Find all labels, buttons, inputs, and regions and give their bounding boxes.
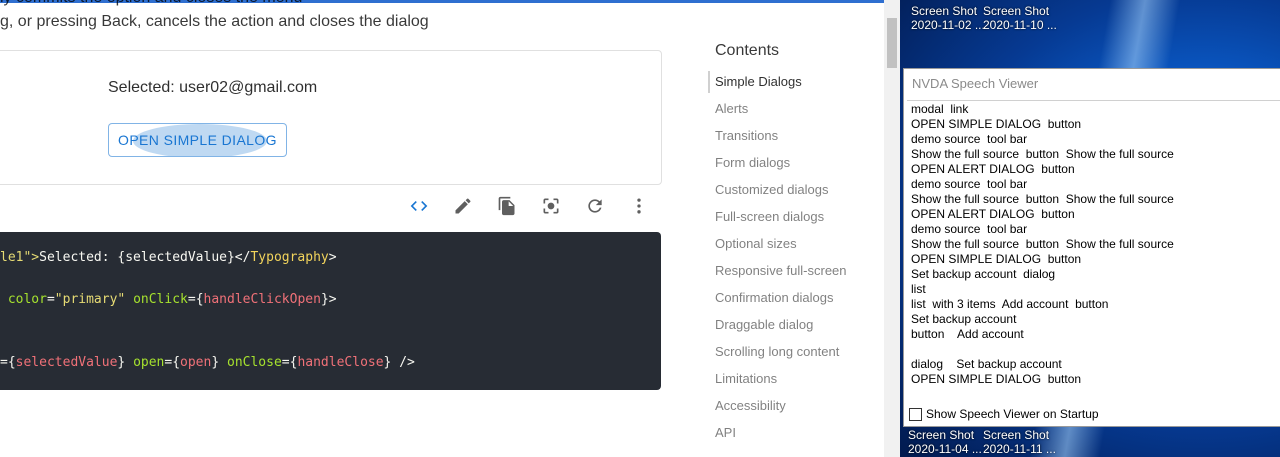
desktop-icon-screenshot[interactable]: Screen Shot 2020-11-02 ... [911, 4, 985, 32]
copy-icon[interactable] [491, 190, 523, 222]
code-token: handleClose [297, 355, 384, 370]
speech-log-line: demo source tool bar [911, 132, 1028, 146]
code-token: } [117, 355, 134, 370]
speech-log-line: modal link [911, 102, 969, 116]
desktop-icon-sublabel: 2020-11-10 ... [983, 18, 1057, 32]
desktop-icon-sublabel: 2020-11-02 ... [911, 18, 985, 32]
code-token: }> [320, 292, 337, 307]
code-token: ={ [281, 355, 298, 370]
open-simple-dialog-label: OPEN SIMPLE DIALOG [118, 132, 277, 148]
code-line: ={selectedValue} open={open} onClose={ha… [0, 355, 415, 370]
speech-log-line: demo source tool bar [911, 222, 1028, 236]
desktop-icon-sublabel: 2020-11-04 ... [908, 442, 982, 456]
toc-item[interactable]: Full-screen dialogs [708, 206, 884, 228]
selected-value-text: Selected: user02@gmail.com [108, 79, 318, 96]
demo-source-toolbar [400, 190, 660, 222]
edit-icon[interactable] [447, 190, 479, 222]
show-on-startup-label: Show Speech Viewer on Startup [926, 407, 1099, 421]
speech-log-line: demo source tool bar [911, 177, 1028, 191]
speech-log-line: Show the full source button Show the ful… [911, 192, 1174, 206]
speech-log-line: OPEN ALERT DIALOG button [911, 162, 1075, 176]
code-token: onClose [227, 355, 282, 370]
startup-option: Show Speech Viewer on Startup [909, 407, 1099, 421]
speech-log-line: OPEN ALERT DIALOG button [911, 207, 1075, 221]
code-token: } [211, 355, 227, 370]
toc-item[interactable]: Form dialogs [708, 152, 884, 174]
speech-log-line: OPEN SIMPLE DIALOG button [911, 372, 1082, 386]
code-token: handleClickOpen [203, 292, 321, 307]
doc-text-line-cut: ly commits the option and closes the men… [0, 0, 302, 8]
desktop-icon-screenshot[interactable]: Screen Shot 2020-11-10 ... [983, 4, 1057, 32]
code-token: Typography [250, 250, 329, 265]
docs-page: ly commits the option and closes the men… [0, 0, 884, 457]
code-token: color [0, 292, 47, 307]
code-token: selectedValue [15, 355, 118, 370]
window-title: NVDA Speech Viewer [912, 76, 1039, 91]
desktop-icon-screenshot[interactable]: Screen Shot 2020-11-04 ... [908, 428, 982, 456]
speech-log-line: Show the full source button Show the ful… [911, 237, 1174, 251]
code-token: ={ [0, 355, 16, 370]
speech-log-line: Show the full source button Show the ful… [911, 147, 1174, 161]
toc-item[interactable]: Responsive full-screen [708, 260, 884, 282]
desktop-icon-label: Screen Shot [983, 4, 1050, 18]
toc-item[interactable]: Simple Dialogs [708, 71, 884, 93]
speech-log-line: list with 3 items Add account button [911, 297, 1109, 311]
toc-item[interactable]: API [708, 422, 884, 444]
nvda-speech-viewer-window: NVDA Speech Viewer modal link OPEN SIMPLE… [903, 68, 1280, 427]
open-simple-dialog-button[interactable]: OPEN SIMPLE DIALOG [108, 123, 287, 157]
contents-title: Contents [715, 42, 780, 59]
code-line: color="primary" onClick={handleClickOpen… [0, 292, 337, 307]
screenshot-icon[interactable] [535, 190, 567, 222]
desktop-icon-label: Screen Shot [911, 4, 978, 18]
scrollbar-thumb[interactable] [887, 18, 897, 68]
speech-log-line: button Add account [911, 327, 1024, 341]
toc-item[interactable]: Alerts [708, 98, 884, 120]
code-token: open [133, 355, 165, 370]
demo-container: Selected: user02@gmail.com OPEN SIMPLE D… [0, 50, 662, 185]
code-token: Selected: {selectedValue}</ [39, 250, 251, 265]
code-token: "primary" [54, 292, 126, 307]
toc-item[interactable]: Limitations [708, 368, 884, 390]
toc-item[interactable]: Confirmation dialogs [708, 287, 884, 309]
code-token: ={ [164, 355, 181, 370]
speech-log-line: list [911, 282, 926, 296]
speech-log[interactable]: modal link OPEN SIMPLE DIALOG button demo … [907, 100, 1280, 401]
refresh-icon[interactable] [579, 190, 611, 222]
more-vert-icon[interactable] [623, 190, 655, 222]
page-scrollbar[interactable] [884, 0, 900, 457]
code-token: > [328, 250, 337, 265]
code-icon[interactable] [403, 190, 435, 222]
desktop-icon-label: Screen Shot [983, 428, 1050, 442]
desktop-icon-sublabel: 2020-11-11 ... [983, 442, 1056, 456]
code-block: le1">Selected: {selectedValue}</Typograp… [0, 232, 661, 390]
desktop-icon-screenshot[interactable]: Screen Shot 2020-11-11 ... [983, 428, 1057, 456]
code-token: onClick [125, 292, 188, 307]
speech-log-line: OPEN SIMPLE DIALOG button [911, 252, 1082, 266]
toc-item[interactable]: Optional sizes [708, 233, 884, 255]
code-line: le1">Selected: {selectedValue}</Typograp… [0, 250, 337, 265]
toc-item[interactable]: Transitions [708, 125, 884, 147]
toc-item[interactable]: Draggable dialog [708, 314, 884, 336]
toc-item[interactable]: Customized dialogs [708, 179, 884, 201]
toc-item[interactable]: Scrolling long content [708, 341, 884, 363]
show-on-startup-checkbox[interactable] [909, 407, 922, 421]
doc-text-line: g, or pressing Back, cancels the action … [0, 13, 429, 30]
code-token: } /> [383, 355, 415, 370]
code-token: open [180, 355, 212, 370]
speech-log-line: OPEN SIMPLE DIALOG button [911, 117, 1082, 131]
toc-item[interactable]: Accessibility [708, 395, 884, 417]
code-token: le1"> [0, 250, 40, 265]
code-token: = [46, 292, 55, 307]
desktop-icon-label: Screen Shot [908, 428, 975, 442]
speech-log-line: Set backup account dialog [911, 267, 1056, 281]
code-token: ={ [187, 292, 204, 307]
speech-log-line: Set backup account [911, 312, 1017, 326]
speech-log-line: dialog Set backup account [911, 357, 1062, 371]
